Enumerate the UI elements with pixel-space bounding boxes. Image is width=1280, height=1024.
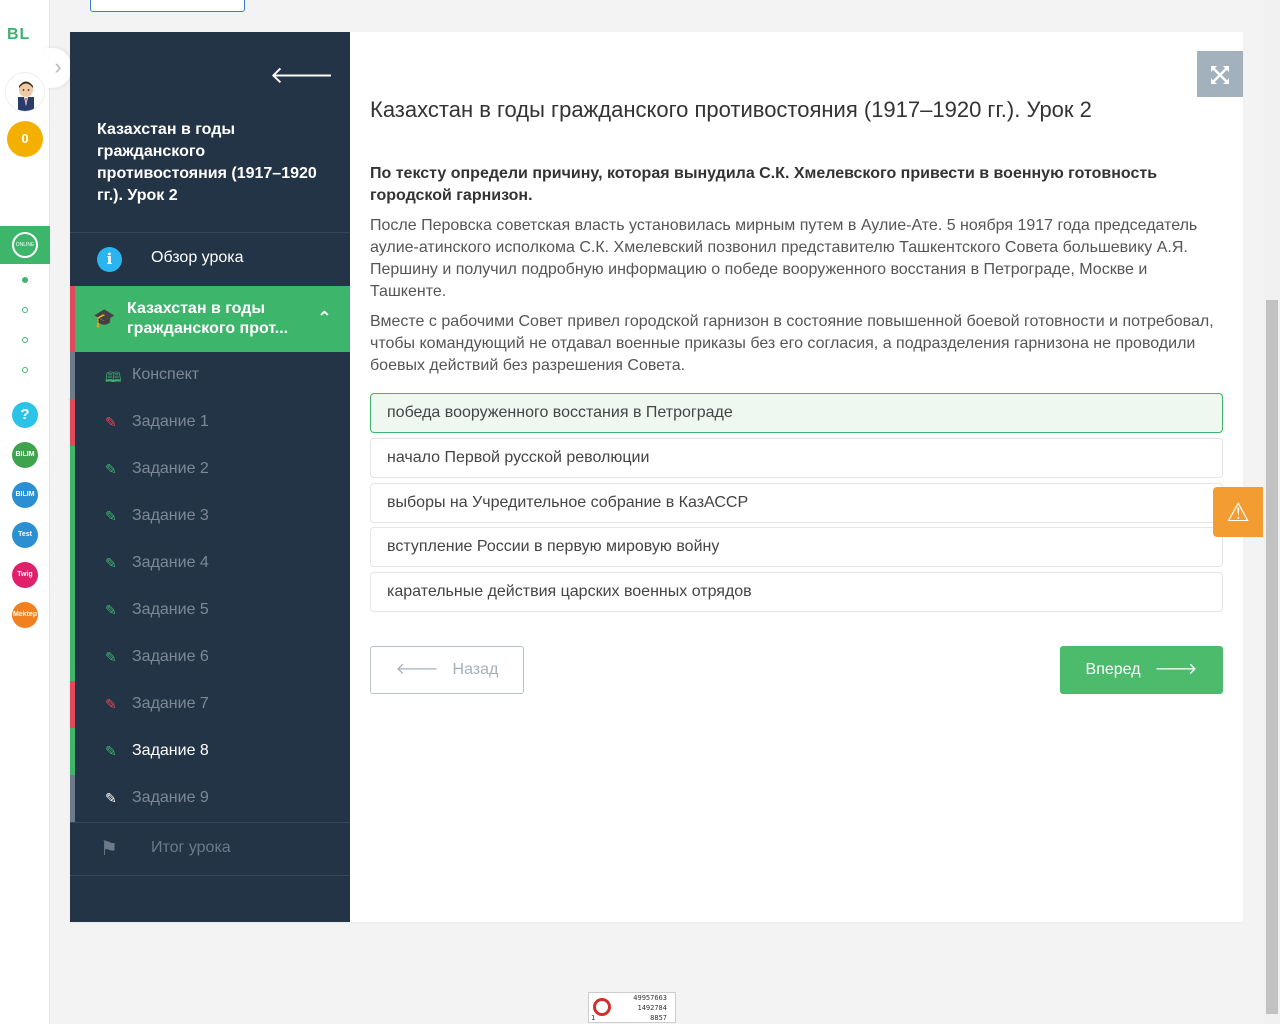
info-icon: i bbox=[97, 247, 122, 272]
coins-badge[interactable]: 0 bbox=[7, 121, 43, 157]
book-icon: 🕮 bbox=[105, 369, 122, 385]
sidebar-item-label: Обзор урока bbox=[151, 249, 244, 266]
avatar-icon bbox=[18, 81, 34, 111]
sidebar-item-task-2[interactable]: ✎ Задание 2 bbox=[70, 446, 350, 493]
bl-logo[interactable]: BL bbox=[7, 26, 30, 44]
chevron-up-icon[interactable]: ⌃ bbox=[317, 308, 332, 329]
lesson-label-line: гражданского прот... bbox=[127, 320, 289, 337]
passage-paragraph: Вместе с рабочими Совет привел городской… bbox=[370, 313, 1214, 374]
next-button-label: Вперед bbox=[1085, 661, 1141, 678]
counter-line: 49957663 bbox=[633, 994, 667, 1002]
edit-icon: ✎ bbox=[105, 790, 117, 806]
arrow-left-icon[interactable]: 🡐 bbox=[270, 60, 334, 90]
counter-line: 8857 bbox=[650, 1014, 667, 1022]
answer-option[interactable]: начало Первой русской революции bbox=[370, 438, 1223, 478]
sidebar-item-label: Задание 2 bbox=[132, 460, 209, 477]
answer-option[interactable]: победа вооруженного восстания в Петрогра… bbox=[370, 393, 1223, 433]
page-scrollbar[interactable] bbox=[1264, 0, 1280, 1024]
page-title: Казахстан в годы гражданского противосто… bbox=[370, 97, 1092, 122]
top-outline-button[interactable] bbox=[90, 0, 245, 12]
answer-option[interactable]: выборы на Учредительное собрание в КазАС… bbox=[370, 483, 1223, 523]
sidebar-item-task-6[interactable]: ✎ Задание 6 bbox=[70, 634, 350, 681]
rail-expand-toggle[interactable]: › bbox=[44, 48, 72, 88]
back-button[interactable]: 🡐 Назад bbox=[370, 646, 524, 694]
lesson-sidebar: 🡐 Казахстан в годы гражданского противос… bbox=[70, 32, 350, 922]
test-icon[interactable]: Test bbox=[12, 522, 38, 548]
sidebar-item-task-9[interactable]: ✎ Задание 9 bbox=[70, 775, 350, 822]
sidebar-item-label: Задание 1 bbox=[132, 413, 209, 430]
sidebar-item-summary[interactable]: ⚑ Итог урока bbox=[70, 822, 350, 876]
bilimland-icon[interactable]: BILIM Land bbox=[12, 442, 38, 468]
help-icon[interactable]: ? bbox=[12, 402, 38, 428]
flag-icon: ⚑ bbox=[100, 838, 118, 860]
edit-icon: ✎ bbox=[105, 508, 117, 524]
left-rail: BL 0 ONLINE MEKTEP ? BILIM Land BILIM Bo… bbox=[0, 0, 50, 1024]
sidebar-item-task-5[interactable]: ✎ Задание 5 bbox=[70, 587, 350, 634]
divider bbox=[70, 875, 350, 876]
scrollbar-thumb[interactable] bbox=[1266, 300, 1278, 1014]
sidebar-item-label: Задание 6 bbox=[132, 648, 209, 665]
sidebar-item-label: Задание 5 bbox=[132, 601, 209, 618]
visit-counter[interactable]: 49957663 1492784 8857 1 bbox=[588, 992, 676, 1023]
sidebar-item-label: Задание 9 bbox=[132, 789, 209, 806]
sidebar-item-label: Казахстан в годы гражданского прот... bbox=[127, 299, 312, 339]
user-avatar[interactable] bbox=[5, 72, 45, 112]
sidebar-item-task-8[interactable]: ✎ Задание 8 bbox=[70, 728, 350, 775]
next-button[interactable]: Вперед 🡒 bbox=[1060, 646, 1223, 694]
edit-icon: ✎ bbox=[105, 461, 117, 477]
lesson-task-list: 🕮 Конспект ✎ Задание 1 ✎ Задание 2 ✎ Зад… bbox=[70, 352, 350, 822]
rail-step-dot[interactable] bbox=[22, 307, 28, 313]
report-issue-button[interactable]: ⚠ bbox=[1213, 487, 1263, 537]
edit-icon: ✎ bbox=[105, 696, 117, 712]
back-button-label: Назад bbox=[452, 661, 499, 678]
online-mektep-icon: ONLINE MEKTEP bbox=[12, 232, 38, 270]
question-text: По тексту определи причину, которая выну… bbox=[370, 165, 1158, 204]
sidebar-item-label: Задание 7 bbox=[132, 695, 209, 712]
counter-line: 1492784 bbox=[637, 1004, 667, 1012]
edit-icon: ✎ bbox=[105, 649, 117, 665]
chevron-right-icon: › bbox=[54, 54, 62, 79]
rail-step-dot[interactable] bbox=[22, 367, 28, 373]
expand-icon bbox=[1211, 65, 1229, 84]
lesson-label-line: Казахстан в годы bbox=[127, 300, 266, 317]
counter-rank: 1 bbox=[591, 1014, 596, 1022]
sidebar-item-overview[interactable]: i Обзор урока bbox=[70, 232, 350, 286]
sidebar-item-task-1[interactable]: ✎ Задание 1 bbox=[70, 399, 350, 446]
sidebar-item-label: Итог урока bbox=[151, 839, 231, 856]
mektep-icon[interactable]: Mektep bbox=[12, 602, 38, 628]
arrow-right-icon: 🡒 bbox=[1154, 661, 1198, 678]
sidebar-item-lesson[interactable]: 🎓 Казахстан в годы гражданского прот... … bbox=[70, 286, 350, 352]
sidebar-item-task-3[interactable]: ✎ Задание 3 bbox=[70, 493, 350, 540]
edit-icon: ✎ bbox=[105, 602, 117, 618]
sidebar-item-label: Задание 8 bbox=[132, 742, 209, 759]
fullscreen-button[interactable] bbox=[1197, 51, 1243, 97]
lesson-card: 🡐 Казахстан в годы гражданского противос… bbox=[70, 32, 1243, 922]
edit-icon: ✎ bbox=[105, 555, 117, 571]
edit-icon: ✎ bbox=[105, 743, 117, 759]
warning-icon: ⚠ bbox=[1226, 497, 1250, 527]
sidebar-item-task-7[interactable]: ✎ Задание 7 bbox=[70, 681, 350, 728]
answer-option[interactable]: карательные действия царских военных отр… bbox=[370, 572, 1223, 612]
answer-option[interactable]: вступление России в первую мировую войну bbox=[370, 527, 1223, 567]
sidebar-item-label: Задание 3 bbox=[132, 507, 209, 524]
sidebar-item-task-4[interactable]: ✎ Задание 4 bbox=[70, 540, 350, 587]
graduation-cap-icon: 🎓 bbox=[93, 308, 116, 328]
counter-logo-icon bbox=[593, 998, 611, 1016]
rail-step-dot[interactable] bbox=[22, 337, 28, 343]
sidebar-item-konspekt[interactable]: 🕮 Конспект bbox=[70, 352, 350, 399]
sidebar-item-label: Конспект bbox=[132, 366, 200, 383]
twig-icon[interactable]: Twig bbox=[12, 562, 38, 588]
edit-icon: ✎ bbox=[105, 414, 117, 430]
sidebar-item-label: Задание 4 bbox=[132, 554, 209, 571]
rail-step-dot[interactable] bbox=[22, 277, 28, 283]
arrow-left-icon: 🡐 bbox=[395, 661, 439, 678]
sidebar-title: Казахстан в годы гражданского противосто… bbox=[97, 121, 317, 204]
bilimbook-icon[interactable]: BILIM Book bbox=[12, 482, 38, 508]
rail-online-mektep[interactable]: ONLINE MEKTEP bbox=[0, 226, 50, 270]
passage-paragraph: После Перовска советская власть установи… bbox=[370, 217, 1198, 300]
